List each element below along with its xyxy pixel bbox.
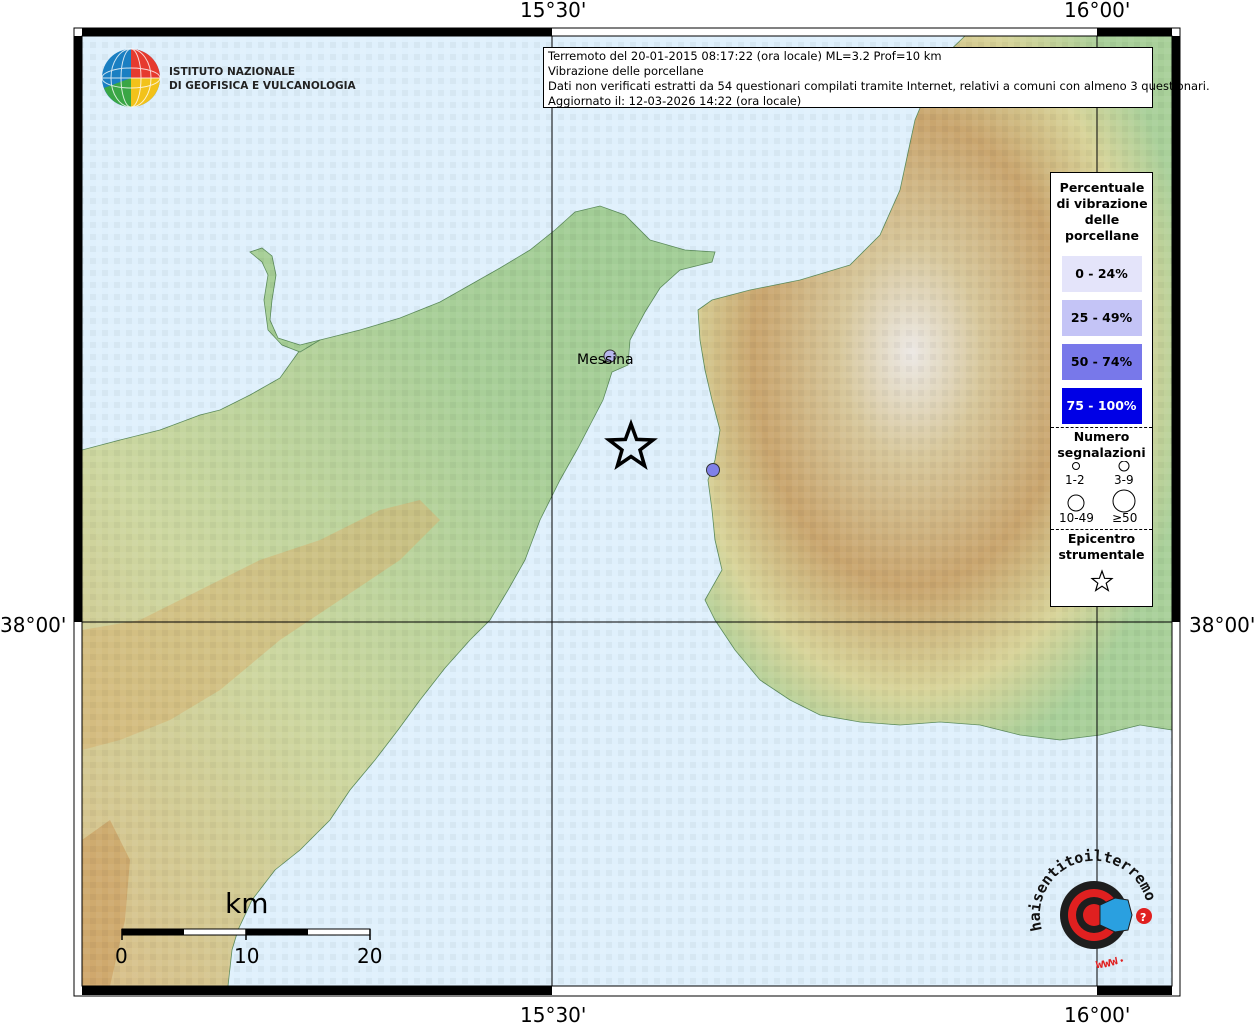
ingv-logo-line2: DI GEOFISICA E VULCANOLOGIA bbox=[169, 80, 357, 92]
event-updated: Aggiornato il: 12-03-2026 14:22 (ora loc… bbox=[548, 94, 802, 108]
legend-epicenter-title: Epicentro strumentale bbox=[1058, 531, 1145, 562]
legend: Percentuale di vibrazione delle porcella… bbox=[1050, 172, 1153, 607]
count-circle-small bbox=[1072, 462, 1080, 470]
count-circle-xlarge bbox=[1112, 489, 1136, 513]
scale-segment-1 bbox=[122, 929, 184, 935]
legend-class-75-100: 75 - 100% bbox=[1061, 388, 1142, 424]
scale-label-20: 20 bbox=[357, 944, 382, 968]
event-parameter: Vibrazione delle porcellane bbox=[548, 64, 704, 78]
marker-villa-san-giovanni[interactable] bbox=[706, 463, 720, 477]
scale-unit: km bbox=[225, 887, 269, 920]
legend-separator-2 bbox=[1051, 529, 1152, 530]
map-area: Messina km 0 10 20 ISTITUTO NAZIONALE DI… bbox=[82, 36, 1172, 986]
legend-class-0-24: 0 - 24% bbox=[1061, 256, 1142, 292]
count-label-50-plus: ≥50 bbox=[1112, 511, 1138, 525]
raster-texture bbox=[82, 36, 1172, 986]
count-circle-large bbox=[1067, 494, 1085, 512]
legend-separator bbox=[1051, 427, 1152, 428]
legend-star-icon bbox=[1089, 569, 1114, 592]
lon-label-bottom-1530: 15°30' bbox=[520, 1003, 586, 1024]
speaker-icon bbox=[1099, 897, 1133, 933]
lon-label-top-1600: 16°00' bbox=[1064, 0, 1130, 22]
lon-label-bottom-1600: 16°00' bbox=[1064, 1003, 1130, 1024]
event-title: Terremoto del 20-01-2015 08:17:22 (ora l… bbox=[548, 49, 942, 63]
count-label-3-9: 3-9 bbox=[1114, 473, 1134, 487]
legend-class-25-49: 25 - 49% bbox=[1061, 300, 1142, 336]
count-circle-medium bbox=[1118, 461, 1130, 472]
legend-class-50-74: 50 - 74% bbox=[1061, 344, 1142, 380]
ingv-logo-line1: ISTITUTO NAZIONALE bbox=[169, 66, 295, 78]
lon-label-top-1530: 15°30' bbox=[520, 0, 586, 22]
legend-count-title: Numero segnalazioni bbox=[1057, 429, 1146, 460]
scale-segment-3 bbox=[246, 929, 308, 935]
scale-label-0: 0 bbox=[115, 944, 128, 968]
svg-text:?: ? bbox=[1140, 911, 1146, 924]
lat-label-left-38: 38°00' bbox=[0, 613, 66, 637]
event-info-box: Terremoto del 20-01-2015 08:17:22 (ora l… bbox=[543, 47, 1210, 108]
legend-count-symbols: 1-2 3-9 10-49 ≥50 bbox=[1051, 461, 1152, 529]
place-label-messina: Messina bbox=[577, 352, 634, 368]
legend-title: Percentuale di vibrazione delle porcella… bbox=[1056, 180, 1148, 243]
count-label-1-2: 1-2 bbox=[1065, 473, 1085, 487]
scale-label-10: 10 bbox=[234, 944, 259, 968]
event-data-note: Dati non verificati estratti da 54 quest… bbox=[548, 79, 1210, 93]
count-label-10-49: 10-49 bbox=[1059, 511, 1094, 525]
lat-label-right-38: 38°00' bbox=[1189, 613, 1254, 637]
